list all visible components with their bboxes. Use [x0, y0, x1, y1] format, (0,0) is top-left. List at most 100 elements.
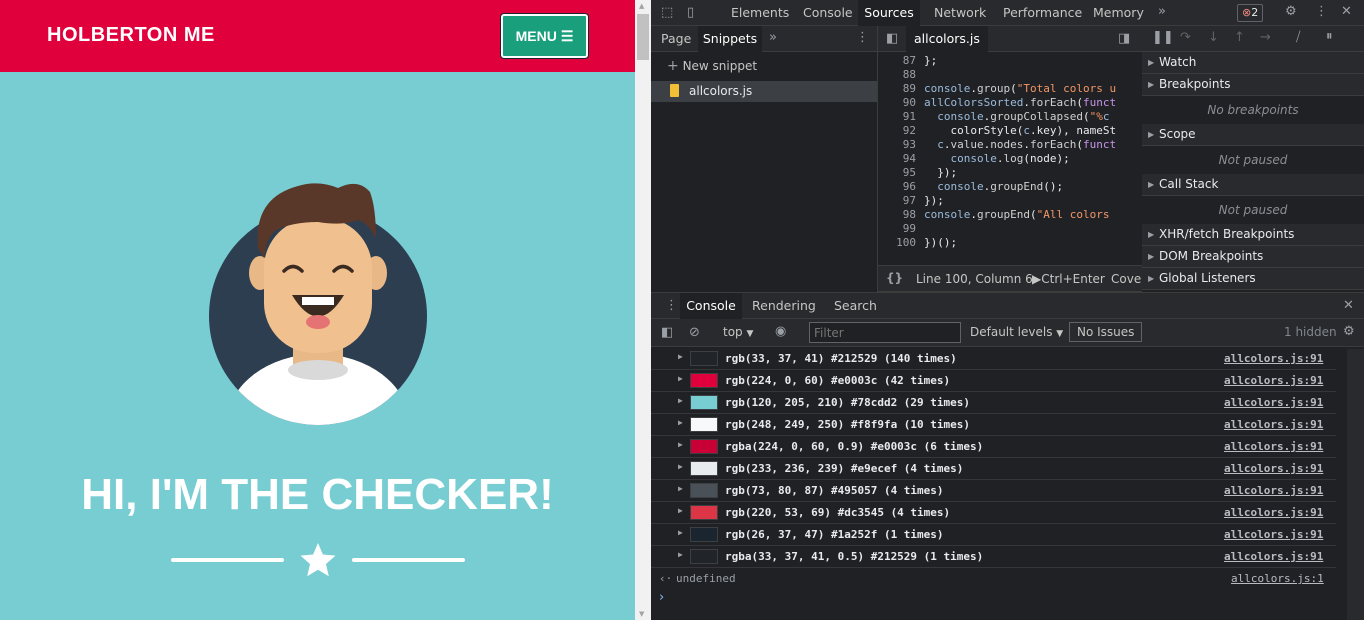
live-expression-eye-icon[interactable]: ◉	[775, 324, 786, 339]
console-group-row[interactable]: ▶ rgb(26, 37, 47) #1a252f (1 times) allcol…	[651, 524, 1336, 546]
more-tabs-icon[interactable]: »	[1158, 4, 1166, 19]
expand-triangle-icon[interactable]: ▶	[678, 528, 683, 537]
toggle-navigator-icon[interactable]: ◧	[886, 31, 898, 46]
drawer-menu-icon[interactable]: ⋮	[665, 298, 678, 313]
snippet-item[interactable]: allcolors.js	[651, 81, 877, 102]
toggle-debugger-icon[interactable]: ◨	[1118, 31, 1130, 46]
menu-button[interactable]: MENU ☰	[501, 14, 588, 58]
close-drawer-icon[interactable]: ✕	[1343, 298, 1354, 313]
scroll-up-icon[interactable]: ▲	[639, 2, 644, 10]
step-into-icon[interactable]: ↓	[1208, 30, 1219, 45]
settings-gear-icon[interactable]: ⚙	[1285, 4, 1297, 19]
issues-button[interactable]: No Issues	[1069, 322, 1143, 342]
sidebar-section-watch[interactable]: Watch	[1142, 52, 1364, 74]
expand-triangle-icon[interactable]: ▶	[678, 374, 683, 383]
sidebar-section-xhr-fetch-breakpoints[interactable]: XHR/fetch Breakpoints	[1142, 224, 1364, 246]
source-link[interactable]: allcolors.js:91	[1224, 550, 1323, 563]
expand-triangle-icon[interactable]: ▶	[678, 352, 683, 361]
line-number[interactable]: 94	[878, 152, 916, 165]
line-number[interactable]: 99	[878, 222, 916, 235]
console-group-row[interactable]: ▶ rgb(120, 205, 210) #78cdd2 (29 times) al…	[651, 392, 1336, 414]
result-source-link[interactable]: allcolors.js:1	[1231, 572, 1324, 585]
deactivate-breakpoints-icon[interactable]: ⧸	[1296, 30, 1300, 45]
expand-triangle-icon[interactable]: ▶	[678, 484, 683, 493]
scroll-down-icon[interactable]: ▼	[639, 610, 644, 618]
editor-tab[interactable]: allcolors.js ✕	[906, 26, 988, 71]
error-badge[interactable]: ⊗2	[1237, 4, 1264, 22]
expand-triangle-icon[interactable]: ▶	[678, 462, 683, 471]
tab-snippets[interactable]: Snippets	[698, 26, 762, 52]
clear-console-icon[interactable]: ⊘	[689, 325, 700, 340]
sidebar-section-scope[interactable]: Scope	[1142, 124, 1364, 146]
expand-triangle-icon[interactable]: ▶	[678, 418, 683, 427]
page-scrollbar[interactable]: ▲ ▼	[635, 0, 651, 620]
source-link[interactable]: allcolors.js:91	[1224, 484, 1323, 497]
more-nav-icon[interactable]: »	[769, 30, 777, 45]
expand-triangle-icon[interactable]: ▶	[678, 550, 683, 559]
line-number[interactable]: 93	[878, 138, 916, 151]
pause-icon[interactable]: ❚❚	[1152, 30, 1174, 45]
code-editor[interactable]: 87}; 88 89 console.group("Total colors u 90 a…	[878, 52, 1142, 264]
tab-performance[interactable]: Performance	[1003, 0, 1082, 26]
device-toggle-icon[interactable]: ▯	[687, 5, 694, 20]
console-group-row[interactable]: ▶ rgb(220, 53, 69) #dc3545 (4 times) allco…	[651, 502, 1336, 524]
console-sidebar-icon[interactable]: ◧	[661, 325, 673, 340]
log-levels-dropdown[interactable]: Default levels ▼	[970, 325, 1063, 339]
line-number[interactable]: 88	[878, 68, 916, 81]
console-group-row[interactable]: ▶ rgba(224, 0, 60, 0.9) #e0003c (6 times)…	[651, 436, 1336, 458]
inspect-element-icon[interactable]: ⬚	[661, 5, 673, 20]
tab-elements[interactable]: Elements	[731, 0, 789, 26]
console-group-row[interactable]: ▶ rgb(233, 236, 239) #e9ecef (4 times) all…	[651, 458, 1336, 480]
console-group-row[interactable]: ▶ rgb(33, 37, 41) #212529 (140 times) allc…	[651, 348, 1336, 370]
line-number[interactable]: 98	[878, 208, 916, 221]
source-link[interactable]: allcolors.js:91	[1224, 528, 1323, 541]
source-link[interactable]: allcolors.js:91	[1224, 374, 1323, 387]
source-link[interactable]: allcolors.js:91	[1224, 352, 1323, 365]
tab-page[interactable]: Page	[661, 26, 691, 52]
line-number[interactable]: 100	[878, 236, 916, 249]
console-group-row[interactable]: ▶ rgba(33, 37, 41, 0.5) #212529 (1 times)…	[651, 546, 1336, 568]
navigator-menu-icon[interactable]: ⋮	[856, 30, 869, 45]
close-devtools-icon[interactable]: ✕	[1341, 4, 1352, 19]
pause-on-exceptions-icon[interactable]: ⏸	[1326, 29, 1333, 44]
context-selector[interactable]: top ▼	[723, 325, 753, 339]
step-icon[interactable]: →	[1260, 30, 1271, 45]
line-number[interactable]: 87	[878, 54, 916, 67]
line-number[interactable]: 95	[878, 166, 916, 179]
console-group-row[interactable]: ▶ rgb(248, 249, 250) #f8f9fa (10 times) al…	[651, 414, 1336, 436]
expand-triangle-icon[interactable]: ▶	[678, 396, 683, 405]
tab-memory[interactable]: Memory	[1093, 0, 1144, 26]
console-settings-gear-icon[interactable]: ⚙	[1343, 324, 1355, 339]
source-link[interactable]: allcolors.js:91	[1224, 440, 1323, 453]
tab-network[interactable]: Network	[934, 0, 986, 26]
new-snippet-button[interactable]: + New snippet	[667, 58, 757, 74]
drawer-tab-console[interactable]: Console	[680, 293, 742, 319]
tab-console[interactable]: Console	[803, 0, 853, 26]
source-link[interactable]: allcolors.js:91	[1224, 462, 1323, 475]
console-filter-input[interactable]	[809, 322, 961, 343]
step-over-icon[interactable]: ↷	[1180, 30, 1191, 45]
line-number[interactable]: 92	[878, 124, 916, 137]
console-prompt-icon[interactable]: ›	[659, 590, 664, 605]
source-link[interactable]: allcolors.js:91	[1224, 396, 1323, 409]
source-link[interactable]: allcolors.js:91	[1224, 418, 1323, 431]
line-number[interactable]: 96	[878, 180, 916, 193]
pretty-print-icon[interactable]: {}	[886, 271, 903, 285]
line-number[interactable]: 90	[878, 96, 916, 109]
tab-sources[interactable]: Sources	[858, 0, 920, 26]
sidebar-section-call-stack[interactable]: Call Stack	[1142, 174, 1364, 196]
line-number[interactable]: 91	[878, 110, 916, 123]
expand-triangle-icon[interactable]: ▶	[678, 440, 683, 449]
line-number[interactable]: 89	[878, 82, 916, 95]
step-out-icon[interactable]: ↑	[1234, 30, 1245, 45]
console-scrollbar[interactable]	[1347, 349, 1364, 620]
expand-triangle-icon[interactable]: ▶	[678, 506, 683, 515]
drawer-tab-rendering[interactable]: Rendering	[752, 293, 816, 319]
source-link[interactable]: allcolors.js:91	[1224, 506, 1323, 519]
kebab-menu-icon[interactable]: ⋮	[1315, 4, 1328, 19]
sidebar-section-dom-breakpoints[interactable]: DOM Breakpoints	[1142, 246, 1364, 268]
sidebar-section-breakpoints[interactable]: Breakpoints	[1142, 74, 1364, 96]
scrollbar-thumb[interactable]	[637, 14, 649, 60]
console-group-row[interactable]: ▶ rgb(224, 0, 60) #e0003c (42 times) allco…	[651, 370, 1336, 392]
line-number[interactable]: 97	[878, 194, 916, 207]
